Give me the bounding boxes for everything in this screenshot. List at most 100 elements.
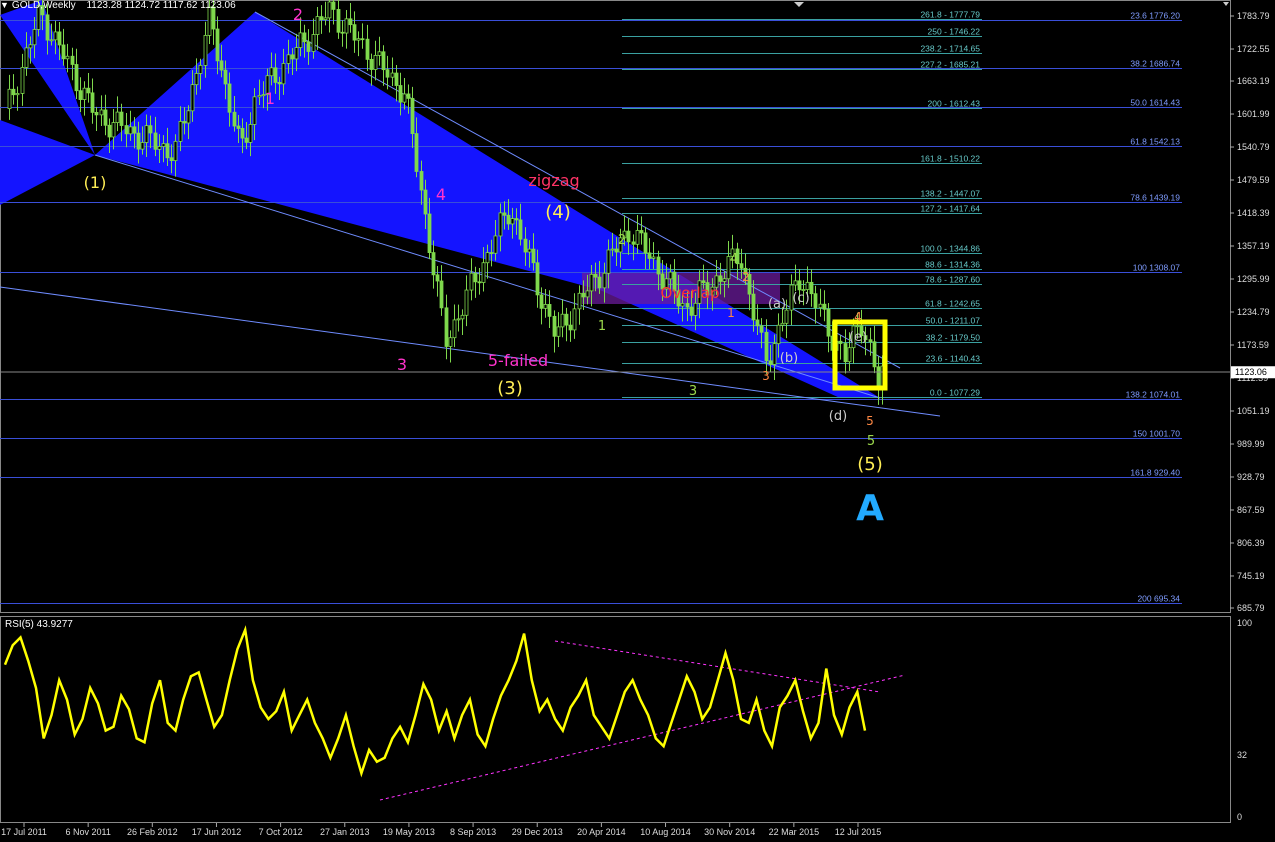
candle-body	[813, 293, 818, 309]
candle-body	[764, 331, 769, 362]
price-tick-label: 1357.19	[1237, 241, 1270, 251]
fib-right-label: 61.8 1542.13	[1130, 137, 1180, 147]
candle-body	[855, 325, 860, 328]
candle-body	[385, 69, 390, 78]
ohlc-values: 1123.28 1124.72 1117.62 1123.06	[86, 0, 236, 11]
candle-body	[94, 112, 99, 116]
candle-body	[311, 34, 316, 52]
candle-body	[739, 263, 744, 269]
fib-right-label: 100 1308.07	[1133, 263, 1181, 273]
candle-body	[651, 256, 656, 259]
candle-body	[24, 47, 29, 68]
candle-body	[277, 82, 282, 85]
price-chart[interactable]: 261.8 - 1777.79 250 - 1746.22 238.2 - 1714…	[0, 0, 1275, 842]
candle-body	[240, 128, 245, 139]
candle-body	[377, 51, 382, 56]
rsi-tick-label: 100	[1237, 618, 1252, 628]
candle-body	[489, 252, 494, 254]
candle-body	[157, 146, 162, 150]
time-tick-label: 27 Jan 2013	[320, 827, 370, 837]
dropdown-triangle-icon[interactable]: ▼	[0, 0, 9, 10]
candle-body	[273, 67, 278, 83]
candle-body	[232, 111, 237, 127]
candle-body	[685, 303, 690, 308]
candle-body	[178, 121, 183, 142]
price-tick-label: 1722.55	[1237, 44, 1270, 54]
rsi-tick-label: 0	[1237, 812, 1242, 822]
scroll-marker-icon[interactable]	[794, 2, 804, 7]
candle-body	[643, 232, 648, 254]
candle-body	[20, 67, 25, 94]
wave-label: 4	[730, 252, 738, 267]
candle-body	[7, 88, 12, 110]
candle-body	[843, 343, 848, 363]
candle-body	[190, 84, 195, 112]
candle-body	[414, 133, 419, 172]
candle-body	[373, 54, 378, 70]
candle-body	[718, 275, 723, 282]
candle-body	[585, 290, 590, 298]
candle-body	[793, 280, 798, 286]
candle-body	[597, 276, 602, 289]
candle-body	[435, 274, 440, 282]
candle-body	[527, 248, 532, 253]
wave-label: 4	[854, 310, 862, 324]
wave-label: 3	[397, 355, 407, 374]
chart-shift-icon[interactable]	[1223, 2, 1229, 6]
candle-body	[402, 93, 407, 103]
candle-body	[614, 248, 619, 253]
price-tick-label: 1295.99	[1237, 274, 1270, 284]
candle-body	[103, 109, 108, 126]
candle-body	[868, 339, 873, 343]
candle-body	[298, 32, 303, 48]
candle-body	[70, 55, 75, 65]
wave-label: 2	[293, 5, 303, 24]
candle-body	[186, 110, 191, 124]
candle-body	[65, 55, 70, 60]
wave-label: 3	[689, 384, 697, 399]
candle-body	[153, 132, 158, 150]
candle-body	[809, 281, 814, 295]
candle-body	[344, 18, 349, 34]
fib-right-label: 150 1001.70	[1133, 429, 1181, 439]
candle-body	[481, 262, 486, 283]
rsi-header: RSI(5) 43.9277	[5, 619, 73, 630]
candle-body	[456, 318, 461, 321]
candle-body	[535, 262, 540, 296]
candle-body	[306, 41, 311, 52]
wave-label: 3	[762, 369, 770, 383]
candle-body	[872, 341, 877, 368]
price-tick-label: 1418.39	[1237, 208, 1270, 218]
fib-left-label: 261.8 - 1777.79	[920, 10, 980, 20]
candle-body	[568, 324, 573, 331]
candle-body	[82, 87, 87, 100]
candle-body	[543, 304, 548, 309]
candle-body	[227, 83, 232, 113]
candle-body	[498, 212, 503, 237]
fib-left-label: 138.2 - 1447.07	[920, 189, 980, 199]
candle-body	[406, 93, 411, 99]
candle-body	[78, 90, 83, 100]
time-tick-label: 17 Jun 2012	[192, 827, 242, 837]
candle-body	[469, 272, 474, 291]
candle-body	[427, 213, 432, 253]
fib-left-label: 23.6 - 1140.43	[926, 354, 980, 364]
candle-body	[365, 38, 370, 60]
candle-body	[722, 278, 727, 282]
wave-label: 2	[618, 233, 626, 248]
candle-body	[111, 122, 116, 138]
candle-body	[410, 97, 415, 134]
candle-body	[473, 272, 478, 283]
candle-body	[319, 16, 324, 21]
candle-body	[340, 31, 345, 34]
fib-left-label: 238.2 - 1714.65	[920, 44, 980, 54]
fib-left-label: 100.0 - 1344.86	[920, 244, 980, 254]
candle-body	[169, 157, 174, 162]
wave-label: (5)	[857, 454, 883, 475]
fib-right-label: 78.6 1439.19	[1130, 193, 1180, 203]
time-tick-label: 7 Oct 2012	[259, 827, 303, 837]
fib-left-label: 0.0 - 1077.29	[930, 388, 980, 398]
chart-header: ▼ GOLD,Weekly 1123.28 1124.72 1117.62 112…	[0, 0, 236, 14]
candle-body	[136, 132, 141, 150]
fib-right-label: 23.6 1776.20	[1130, 11, 1180, 21]
